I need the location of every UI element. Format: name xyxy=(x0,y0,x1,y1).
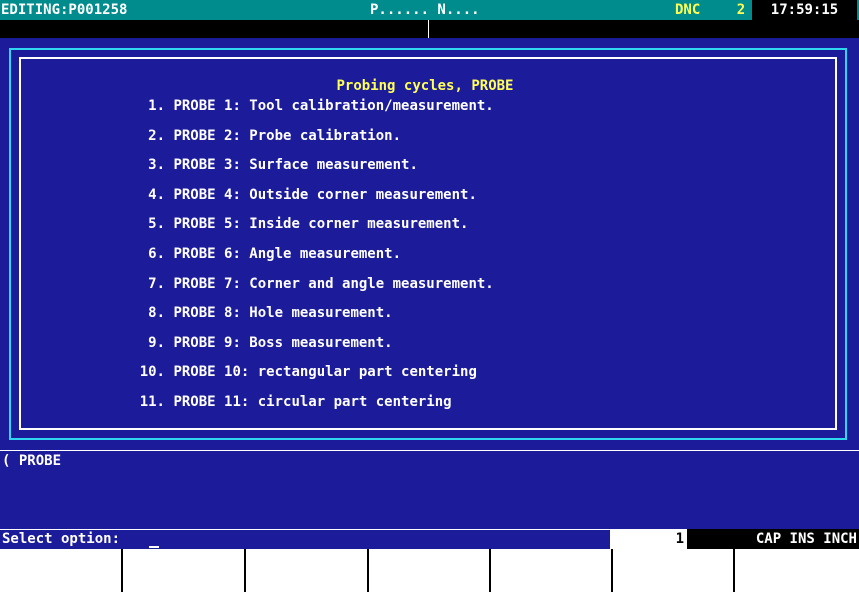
clock: 17:59:15 xyxy=(752,0,857,20)
program-block-indicator: P...... N.... xyxy=(370,2,480,18)
menu-item-number: 4. xyxy=(148,187,165,203)
menu-item-probe-8[interactable]: 8. PROBE 8: Hole measurement. xyxy=(120,305,393,321)
softkey-1[interactable] xyxy=(0,549,121,592)
softkey-4[interactable] xyxy=(369,549,489,592)
select-option-prompt: Select option: xyxy=(2,531,121,547)
menu-item-number: 9. xyxy=(148,335,165,351)
menu-item-label: PROBE 11: circular part centering xyxy=(173,394,452,410)
menu-item-probe-9[interactable]: 9. PROBE 9: Boss measurement. xyxy=(120,335,393,351)
menu-item-number: 6. xyxy=(148,246,165,262)
menu-item-label: PROBE 1: Tool calibration/measurement. xyxy=(173,98,494,114)
menu-item-label: PROBE 8: Hole measurement. xyxy=(173,305,393,321)
menu-item-label: PROBE 9: Boss measurement. xyxy=(173,335,393,351)
menu-item-probe-1[interactable]: 1. PROBE 1: Tool calibration/measurement… xyxy=(120,98,494,114)
softkey-2[interactable] xyxy=(123,549,244,592)
menu-item-number: 11. xyxy=(139,394,165,410)
menu-item-label: PROBE 5: Inside corner measurement. xyxy=(173,216,469,232)
menu-item-label: PROBE 4: Outside corner measurement. xyxy=(173,187,477,203)
menu-item-label: PROBE 3: Surface measurement. xyxy=(173,157,418,173)
menu-item-label: PROBE 2: Probe calibration. xyxy=(173,128,402,144)
menu-item-number: 5. xyxy=(148,216,165,232)
softkey-5[interactable] xyxy=(491,549,611,592)
softkey-7[interactable] xyxy=(735,549,859,592)
header-strip xyxy=(0,20,859,38)
menu-item-label: PROBE 7: Corner and angle measurement. xyxy=(173,276,494,292)
softkey-3[interactable] xyxy=(246,549,367,592)
counter-value: 1 xyxy=(675,531,684,547)
header-divider xyxy=(428,20,429,38)
menu-item-number: 7. xyxy=(148,276,165,292)
menu-item-probe-7[interactable]: 7. PROBE 7: Corner and angle measurement… xyxy=(120,276,494,292)
top-status-bar: EDITING:P001258 P...... N.... DNC 2 17:5… xyxy=(0,0,859,20)
menu-item-number: 2. xyxy=(148,128,165,144)
mode-indicator: DNC xyxy=(675,2,701,18)
menu-title: Probing cycles, PROBE xyxy=(336,78,514,94)
message-text: ( PROBE xyxy=(2,453,62,469)
menu-item-number: 3. xyxy=(148,157,165,173)
menu-item-label: PROBE 10: rectangular part centering xyxy=(173,364,477,380)
menu-item-number: 10. xyxy=(139,364,165,380)
menu-item-number: 1. xyxy=(148,98,165,114)
menu-item-number: 8. xyxy=(148,305,165,321)
menu-item-probe-11[interactable]: 11. PROBE 11: circular part centering xyxy=(120,394,452,410)
channel-number: 2 xyxy=(736,2,746,18)
menu-item-probe-4[interactable]: 4. PROBE 4: Outside corner measurement. xyxy=(120,187,477,203)
softkey-6[interactable] xyxy=(613,549,733,592)
input-cursor[interactable] xyxy=(149,546,159,548)
menu-item-probe-3[interactable]: 3. PROBE 3: Surface measurement. xyxy=(120,157,418,173)
editing-program-label: EDITING:P001258 xyxy=(1,2,128,18)
message-area xyxy=(0,450,859,529)
menu-item-label: PROBE 6: Angle measurement. xyxy=(173,246,402,262)
menu-item-probe-10[interactable]: 10. PROBE 10: rectangular part centering xyxy=(120,364,477,380)
menu-item-probe-6[interactable]: 6. PROBE 6: Angle measurement. xyxy=(120,246,401,262)
menu-item-probe-5[interactable]: 5. PROBE 5: Inside corner measurement. xyxy=(120,216,468,232)
keyboard-status: CAP INS INCH xyxy=(755,531,857,547)
menu-item-probe-2[interactable]: 2. PROBE 2: Probe calibration. xyxy=(120,128,401,144)
